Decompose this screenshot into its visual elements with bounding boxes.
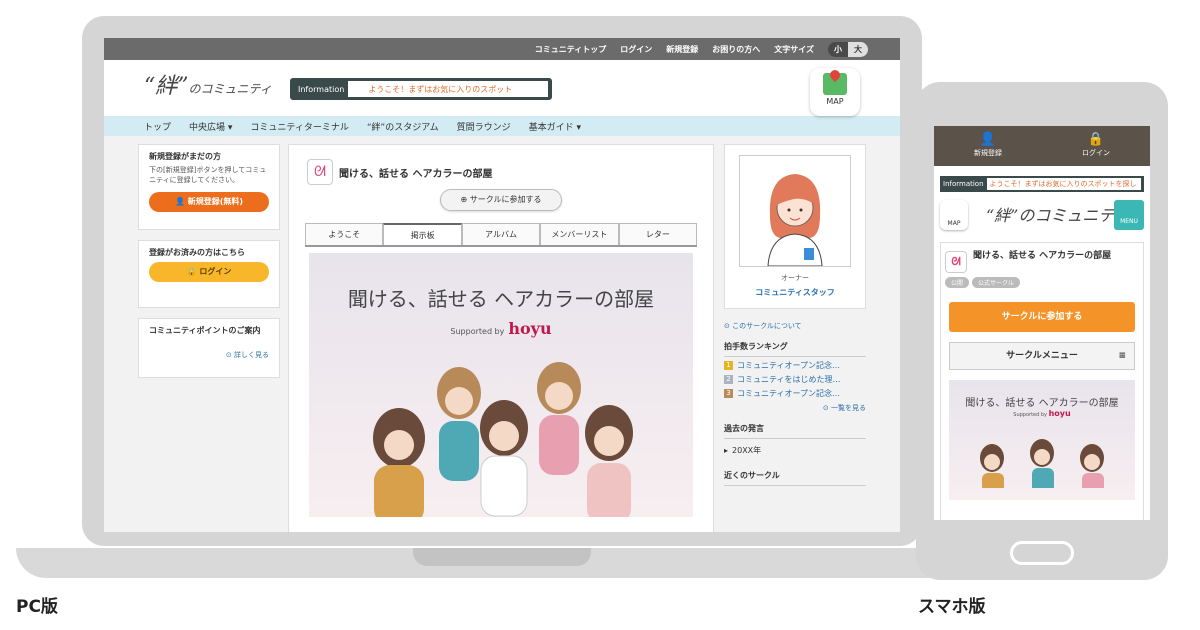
tab-welcome[interactable]: ようこそ xyxy=(305,223,384,245)
sp-circle-hair-icon: ᘛ xyxy=(945,251,967,273)
sp-map-button[interactable]: MAP xyxy=(940,200,968,230)
rank-badge-2: 2 xyxy=(724,375,733,384)
lock-icon: 🔒 xyxy=(1087,132,1105,147)
topbar-help[interactable]: お困りの方へ xyxy=(712,44,760,55)
sp-hero-supported: Supported by hoyu xyxy=(1013,409,1071,418)
register-box: 新規登録がまだの方 下の[新規登録]ボタンを押してコミュニティに登録してください… xyxy=(138,144,280,230)
sp-header: MAP “絆”のコミュニティ MENU xyxy=(934,192,1150,232)
sp-information-ticker[interactable]: ようこそ！まずはお気に入りのスポットを探し xyxy=(986,178,1141,190)
font-size-small[interactable]: 小 xyxy=(828,42,848,57)
ranking-item[interactable]: 2 コミュニティをはじめた理… xyxy=(724,374,866,385)
owner-name-link[interactable]: コミュニティスタッフ xyxy=(735,287,855,298)
pc-label: PC版 xyxy=(16,597,58,617)
register-button[interactable]: 👤 新規登録(無料) xyxy=(149,191,269,212)
topbar-login[interactable]: ログイン xyxy=(620,44,652,55)
login-button[interactable]: 🔒 ログイン xyxy=(149,262,269,282)
points-more-link[interactable]: ⊙ 詳しく見る xyxy=(149,350,269,360)
right-column: オーナー コミュニティスタッフ ⊙ このサークルについて 拍手数ランキング 1コ… xyxy=(724,144,866,486)
information-ticker[interactable]: ようこそ！まずはお気に入りのスポット xyxy=(348,81,548,97)
join-circle-button[interactable]: ⊕ サークルに参加する xyxy=(440,189,562,211)
sp-topbar: 👤 新規登録 🔒 ログイン xyxy=(934,126,1150,166)
owner-box: オーナー コミュニティスタッフ xyxy=(724,144,866,309)
sp-login-button[interactable]: 🔒 ログイン xyxy=(1042,126,1150,166)
login-title: 登録がお済みの方はこちら xyxy=(149,248,245,257)
women-illustration xyxy=(373,362,633,517)
circle-hero-image: 聞ける、話せる ヘアカラーの部屋 Supported by hoyu xyxy=(309,253,693,517)
circle-tabs: ようこそ 掲示板 アルバム メンバーリスト レター xyxy=(305,223,698,247)
user-add-icon: 👤 xyxy=(979,132,997,147)
sp-menu-button[interactable]: MENU xyxy=(1114,200,1144,230)
sp-label: スマホ版 xyxy=(918,597,986,617)
about-circle-link[interactable]: ⊙ このサークルについて xyxy=(724,321,866,331)
ranking-title: 拍手数ランキング xyxy=(724,341,866,357)
register-desc: 下の[新規登録]ボタンを押してコミュニティに登録してください。 xyxy=(149,166,267,184)
sp-information-label: Information xyxy=(943,180,984,188)
points-box: コミュニティポイントのご案内 ⊙ 詳しく見る xyxy=(138,318,280,378)
tab-member-list[interactable]: メンバーリスト xyxy=(540,223,619,245)
circle-main: ᘛ 聞ける、話せる ヘアカラーの部屋 ⊕ サークルに参加する ようこそ 掲示板 … xyxy=(288,144,714,532)
nav-stadium[interactable]: “絆”のスタジアム xyxy=(367,120,439,133)
past-posts-title: 過去の発言 xyxy=(724,423,866,439)
pc-header: “絆”のコミュニティ Information ようこそ！まずはお気に入りのスポッ… xyxy=(104,60,900,116)
sp-tags: 公開 公式サークル xyxy=(945,277,1139,288)
sp-information-bar: Information ようこそ！まずはお気に入りのスポットを探し xyxy=(940,176,1144,192)
nav-community-terminal[interactable]: コミュニティターミナル xyxy=(250,120,348,133)
circle-hair-icon: ᘛ xyxy=(307,159,333,185)
ranking-more-link[interactable]: ⊙ 一覧を見る xyxy=(724,403,866,413)
sp-logo[interactable]: “絆”のコミュニティ xyxy=(986,202,1129,226)
past-post-item[interactable]: ▸ 20XX年 xyxy=(724,445,866,456)
ranking-item[interactable]: 3 コミュニティオープン記念… xyxy=(724,388,866,399)
pc-screen: コミュニティトップ ログイン 新規登録 お困りの方へ 文字サイズ 小 大 “絆”… xyxy=(104,38,900,532)
points-title: コミュニティポイントのご案内 xyxy=(149,326,261,335)
tab-album[interactable]: アルバム xyxy=(461,223,541,245)
tab-letter[interactable]: レター xyxy=(618,223,698,245)
sp-hero-title: 聞ける、話せる ヘアカラーの部屋 xyxy=(965,398,1119,409)
circle-title: 聞ける、話せる ヘアカラーの部屋 xyxy=(339,168,493,180)
nav-guide[interactable]: 基本ガイド ▾ xyxy=(529,120,581,133)
sp-screen: 👤 新規登録 🔒 ログイン Information ようこそ！まずはお気に入りのスポ… xyxy=(934,126,1150,520)
login-box: 登録がお済みの方はこちら 🔒 ログイン xyxy=(138,240,280,308)
phone-home-button xyxy=(1010,541,1074,565)
tag-public: 公開 xyxy=(945,277,970,288)
topbar-register[interactable]: 新規登録 xyxy=(666,44,698,55)
sp-join-circle-button[interactable]: サークルに参加する xyxy=(949,302,1135,332)
ranking-item[interactable]: 1 コミュニティオープン記念… xyxy=(724,360,866,371)
topbar-font-size-label: 文字サイズ xyxy=(774,44,814,54)
font-size-toggle: 小 大 xyxy=(828,41,868,57)
laptop-notch xyxy=(413,548,591,566)
sp-circle-menu-button[interactable]: サークルメニュー ≡ xyxy=(949,342,1135,370)
pc-body: 新規登録がまだの方 下の[新規登録]ボタンを押してコミュニティに登録してください… xyxy=(104,136,900,532)
pc-topbar: コミュニティトップ ログイン 新規登録 お困りの方へ 文字サイズ 小 大 xyxy=(104,38,900,60)
map-button[interactable]: MAP xyxy=(810,68,860,116)
site-logo[interactable]: “絆”のコミュニティ xyxy=(144,68,272,100)
nav-question-lounge[interactable]: 質問ラウンジ xyxy=(457,120,511,133)
rank-badge-1: 1 xyxy=(724,361,733,370)
rank-badge-3: 3 xyxy=(724,389,733,398)
sp-circle-title: 聞ける、話せる ヘアカラーの部屋 xyxy=(973,251,1112,261)
register-title: 新規登録がまだの方 xyxy=(149,152,221,161)
sp-women-illustration xyxy=(980,439,1104,493)
map-icon xyxy=(823,73,847,95)
hamburger-icon: ≡ xyxy=(1118,351,1126,361)
global-nav: トップ 中央広場 ▾ コミュニティターミナル “絆”のスタジアム 質問ラウンジ … xyxy=(104,116,900,136)
tag-official: 公式サークル xyxy=(972,277,1020,288)
tab-board[interactable]: 掲示板 xyxy=(383,223,462,245)
topbar-community-top[interactable]: コミュニティトップ xyxy=(535,44,607,55)
sp-circle-card: ᘛ 聞ける、話せる ヘアカラーの部屋 公開 公式サークル サークルに参加する サ… xyxy=(940,242,1144,520)
owner-avatar[interactable] xyxy=(739,155,851,267)
sp-circle-hero-image: 聞ける、話せる ヘアカラーの部屋 Supported by hoyu xyxy=(949,380,1135,500)
information-bar: Information ようこそ！まずはお気に入りのスポット xyxy=(290,78,552,100)
information-label: Information xyxy=(298,84,345,94)
nav-central-plaza[interactable]: 中央広場 ▾ xyxy=(189,120,232,133)
sp-register-button[interactable]: 👤 新規登録 xyxy=(934,126,1042,166)
owner-role: オーナー xyxy=(781,274,809,282)
font-size-large[interactable]: 大 xyxy=(848,41,868,57)
nav-top[interactable]: トップ xyxy=(144,120,171,133)
nearby-circles-title: 近くのサークル xyxy=(724,470,866,486)
